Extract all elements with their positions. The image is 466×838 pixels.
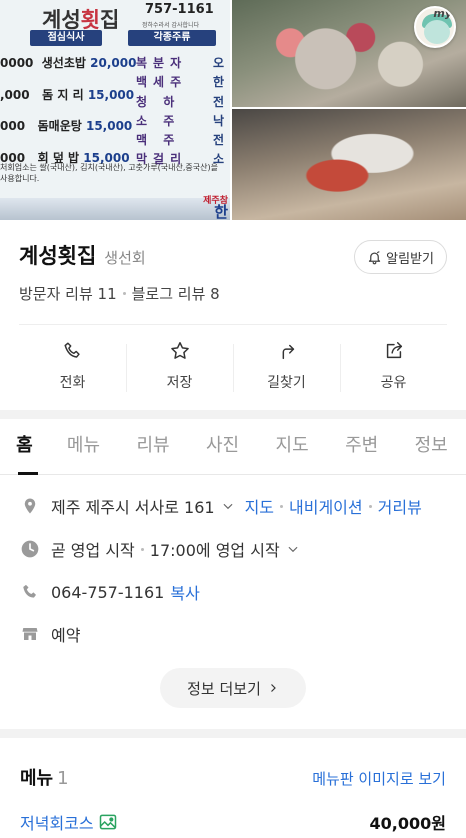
menu-item-name-wrap: 저녁회코스 <box>20 810 118 834</box>
chevron-right-icon <box>267 682 279 694</box>
tab-reviews[interactable]: 리뷰 <box>118 420 188 474</box>
phone-row: 064-757-1161 복사 <box>20 580 456 604</box>
blog-review-link[interactable]: 블로그 리뷰 8 <box>132 283 220 304</box>
my-avatar-badge[interactable]: my <box>414 6 456 48</box>
chevron-down-icon[interactable] <box>221 499 235 513</box>
section-band <box>0 410 466 419</box>
clock-icon <box>20 539 40 559</box>
menu-count: 1 <box>57 768 69 789</box>
call-label: 전화 <box>59 375 86 391</box>
board-drink: 백세주 <box>136 75 188 89</box>
review-counts: 방문자 리뷰 11 블로그 리뷰 8 <box>19 283 220 304</box>
board-bottom-stripe <box>0 198 230 220</box>
tab-nearby[interactable]: 주변 <box>327 420 397 474</box>
board-phone: 757-1161 <box>145 2 214 17</box>
phone-icon <box>62 338 84 362</box>
save-label: 저장 <box>166 375 193 391</box>
avatar-face <box>424 20 450 44</box>
menu-item-price: 40,000원 <box>369 814 446 833</box>
call-button[interactable]: 전화 <box>19 338 126 400</box>
table-dishes-photo[interactable] <box>232 109 466 220</box>
board-menu-line: 000 돔매운탕 15,000 <box>0 119 133 133</box>
alarm-button[interactable]: 알림받기 <box>354 240 447 274</box>
board-col3: 전 <box>213 133 225 147</box>
board-col3: 오 <box>213 56 225 70</box>
section-band <box>0 729 466 738</box>
directions-label: 길찾기 <box>267 375 306 391</box>
more-info-label: 정보 더보기 <box>187 679 261 698</box>
board-section-drinks: 각종주류 <box>128 30 216 46</box>
tab-map[interactable]: 지도 <box>257 420 327 474</box>
map-link[interactable]: 지도 <box>245 494 274 518</box>
share-button[interactable]: 공유 <box>340 338 447 400</box>
store-icon <box>20 624 40 644</box>
reservation-text: 예약 <box>51 626 81 645</box>
photo-side-column: my <box>232 0 466 220</box>
tab-home[interactable]: 홈 <box>0 420 49 475</box>
copy-phone-link[interactable]: 복사 <box>170 580 199 604</box>
image-icon <box>94 812 118 832</box>
phone-number[interactable]: 064-757-1161 <box>51 583 164 602</box>
directions-icon <box>276 338 298 362</box>
board-menu-line: 0000 생선초밥 20,000 <box>0 56 137 70</box>
alarm-label: 알림받기 <box>386 251 434 267</box>
phone-icon <box>20 582 40 602</box>
menu-item-name: 저녁회코스 <box>20 814 94 833</box>
place-category: 생선회 <box>104 249 146 267</box>
action-bar: 전화 저장 길찾기 공유 <box>19 338 447 400</box>
board-logo: 제주참 한 <box>203 196 228 220</box>
reservation-row[interactable]: 예약 <box>20 622 456 646</box>
board-col3: 전 <box>213 95 225 109</box>
menu-title: 메뉴 1 <box>20 768 69 789</box>
star-icon <box>169 338 191 362</box>
share-icon <box>383 338 405 362</box>
tab-info[interactable]: 정보 <box>396 420 466 474</box>
share-label: 공유 <box>380 375 407 391</box>
separator-dot <box>368 504 372 508</box>
photo-gallery[interactable]: 계성횟집 757-1161 정하수라서 감사합니다 점심식사 각종주류 0000… <box>0 0 466 220</box>
board-col3: 낙 <box>213 114 225 128</box>
chevron-down-icon[interactable] <box>286 542 300 556</box>
board-drink: 소 주 <box>136 114 181 128</box>
board-section-lunch: 점심식사 <box>30 30 102 46</box>
board-drink: 청 하 <box>136 95 181 109</box>
separator-dot <box>140 547 144 551</box>
location-pin-icon <box>20 496 40 516</box>
board-drink: 맥 주 <box>136 133 181 147</box>
board-origin-note: 처회업소는 쌀(국내산), 김치(국내산), 고춧가루(국내산,중국산)을 사용합… <box>0 163 218 183</box>
board-menu-line: ,000 돔 지 리 15,000 <box>0 88 135 102</box>
my-badge-text: my <box>433 7 452 20</box>
tab-bar: 홈 메뉴 리뷰 사진 지도 주변 정보 <box>0 420 466 475</box>
address-row: 제주 제주시 서사로 161 지도 내비게이션 거리뷰 <box>20 494 456 518</box>
menu-image-link[interactable]: 메뉴판 이미지로 보기 <box>312 768 446 789</box>
address-text[interactable]: 제주 제주시 서사로 161 <box>51 494 215 518</box>
menu-board-photo[interactable]: 계성횟집 757-1161 정하수라서 감사합니다 점심식사 각종주류 0000… <box>0 0 232 220</box>
street-view-link[interactable]: 거리뷰 <box>378 494 422 518</box>
menu-item[interactable]: 저녁회코스 40,000원 <box>20 810 446 834</box>
board-col3: 한 <box>213 75 225 89</box>
place-name: 계성횟집 <box>19 244 97 268</box>
more-info-button[interactable]: 정보 더보기 <box>160 668 306 708</box>
divider <box>19 324 447 325</box>
navigation-link[interactable]: 내비게이션 <box>289 494 363 518</box>
tab-menu[interactable]: 메뉴 <box>49 420 119 474</box>
sashimi-platter-photo[interactable]: my <box>232 0 466 109</box>
save-button[interactable]: 저장 <box>126 338 233 400</box>
place-title-row: 계성횟집 생선회 <box>19 240 146 270</box>
board-drink: 복분자 <box>136 56 188 70</box>
bell-icon <box>367 250 386 265</box>
hours-row[interactable]: 곧 영업 시작 17:00에 영업 시작 <box>20 537 456 561</box>
visitor-review-link[interactable]: 방문자 리뷰 11 <box>19 283 117 304</box>
separator-dot <box>122 292 126 295</box>
separator-dot <box>280 504 284 508</box>
directions-button[interactable]: 길찾기 <box>233 338 340 400</box>
tab-photos[interactable]: 사진 <box>188 420 258 474</box>
board-phone-sub: 정하수라서 감사합니다 <box>142 22 200 29</box>
menu-header: 메뉴 1 메뉴판 이미지로 보기 <box>20 764 446 790</box>
open-time: 17:00에 영업 시작 <box>149 541 280 560</box>
open-status: 곧 영업 시작 <box>51 541 135 560</box>
